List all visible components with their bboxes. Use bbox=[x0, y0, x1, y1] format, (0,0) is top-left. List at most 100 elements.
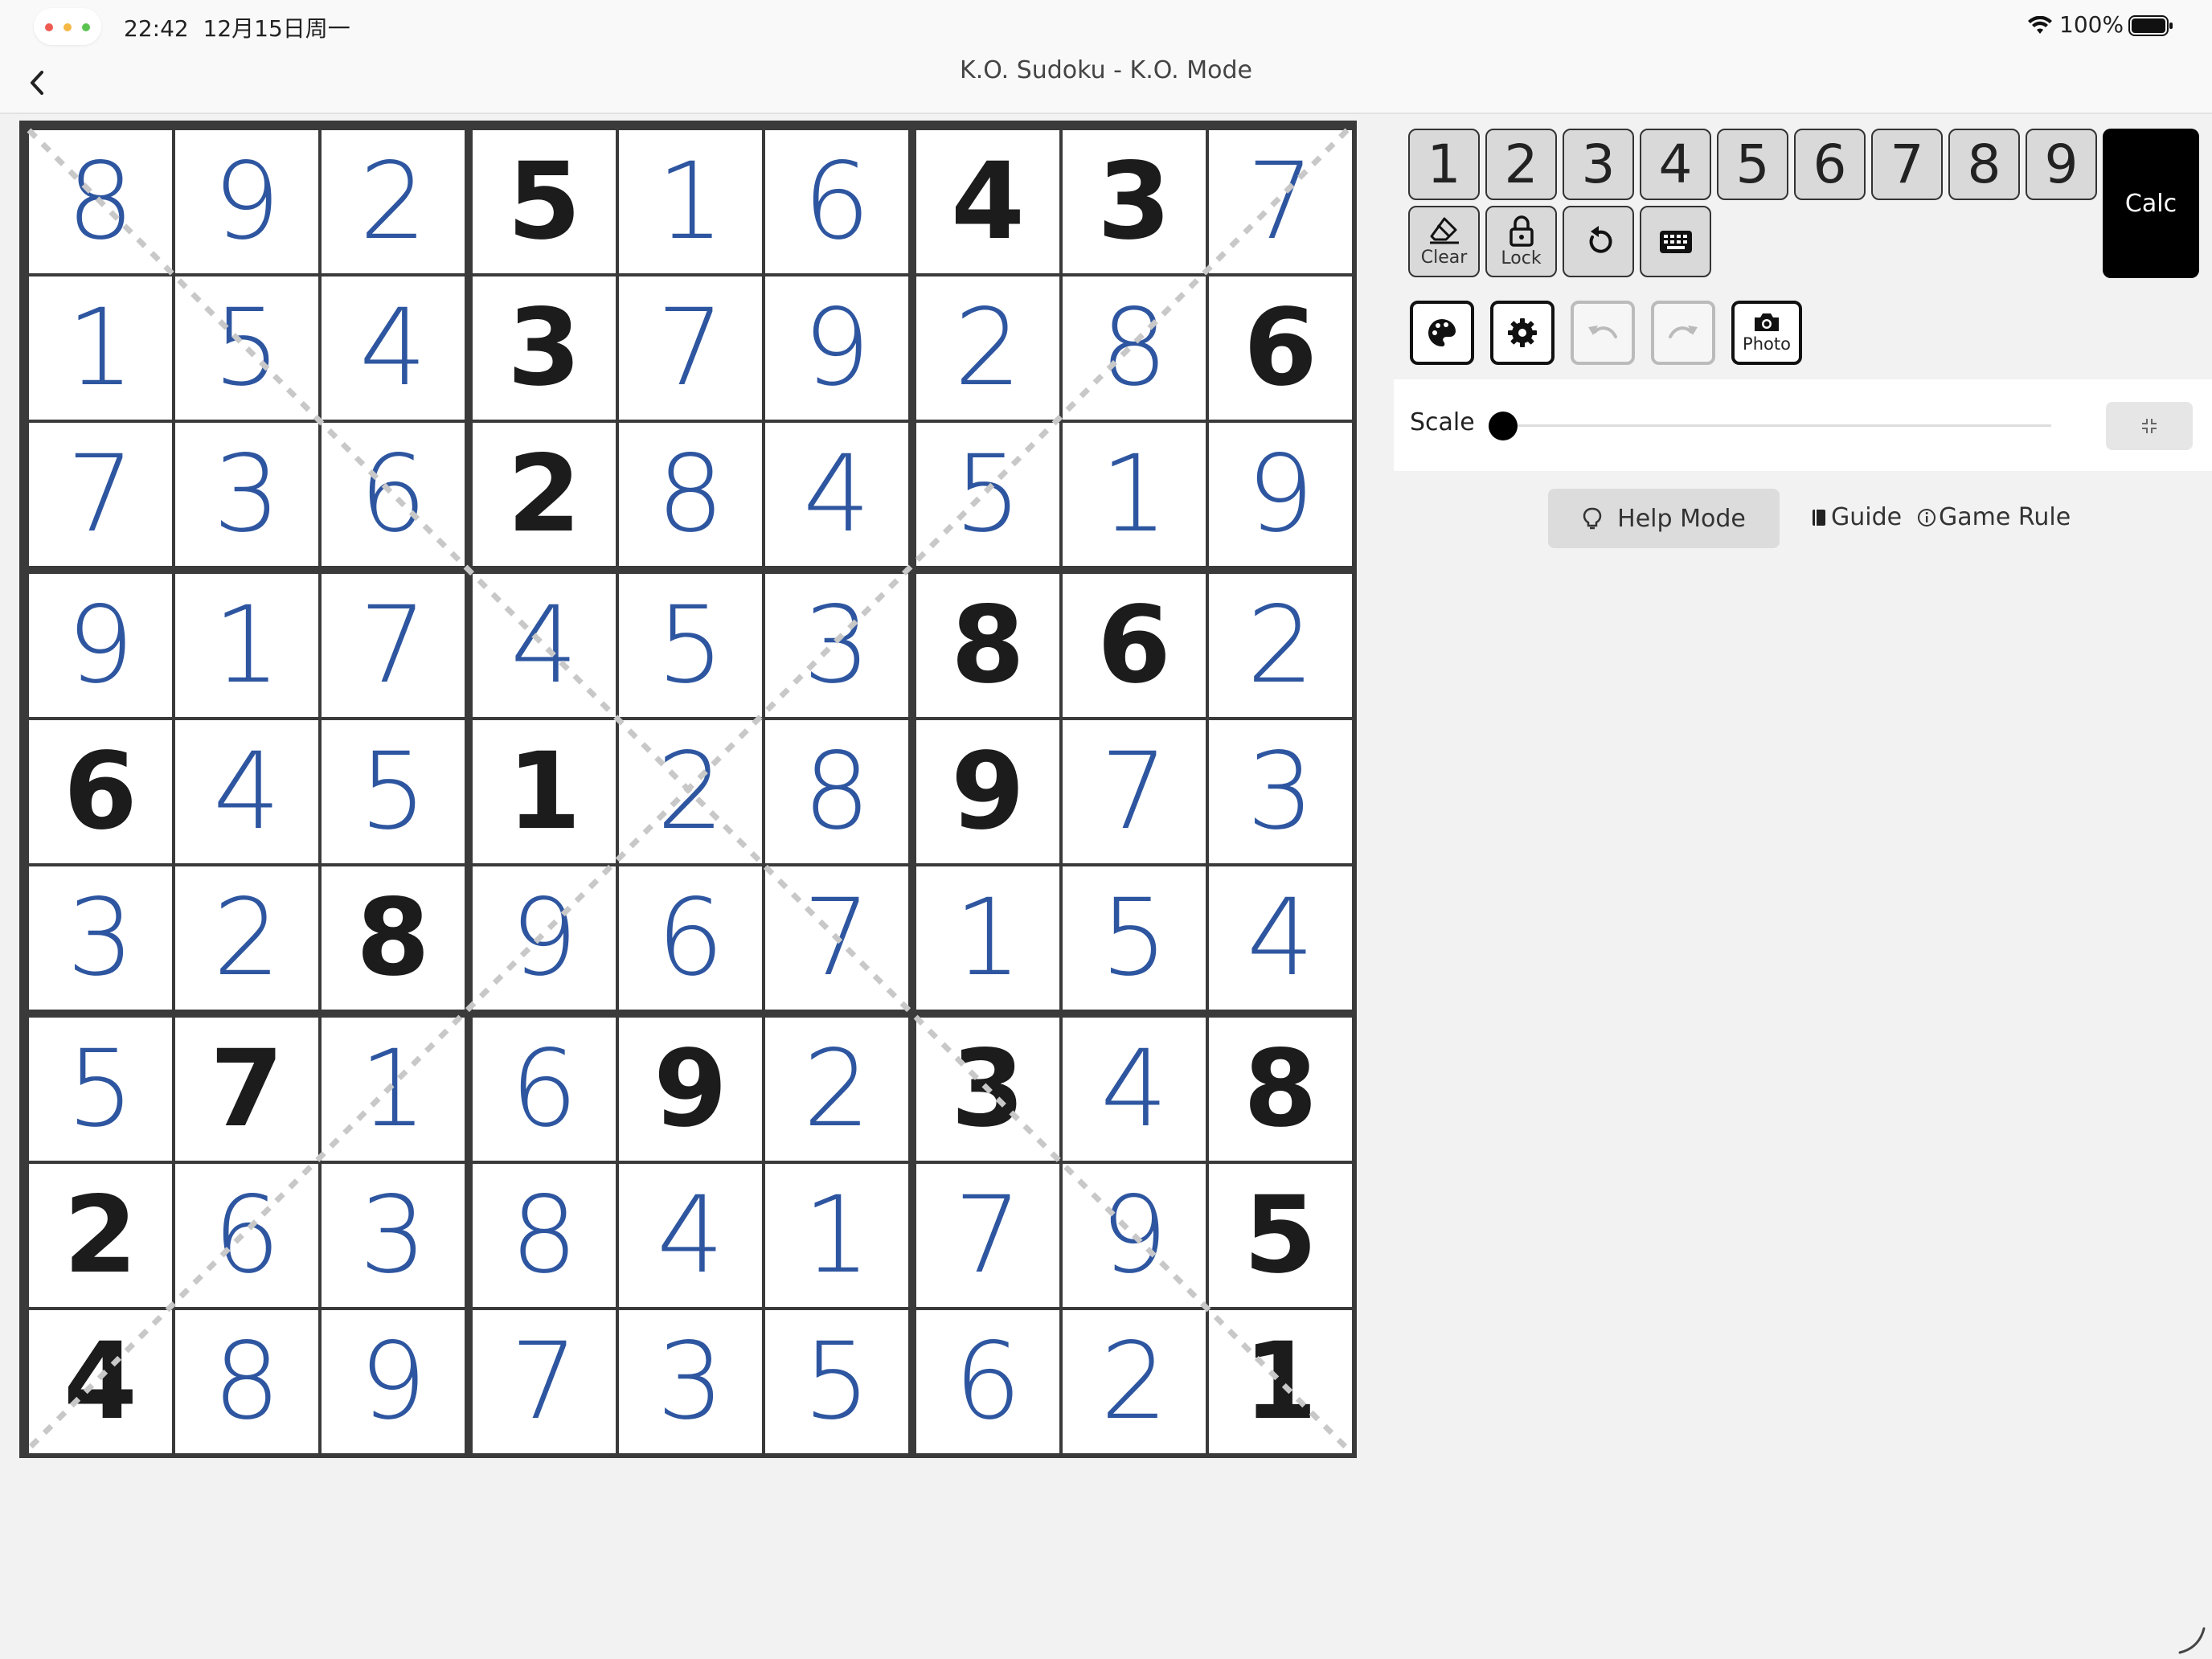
keyboard-button[interactable] bbox=[1640, 206, 1711, 277]
sudoku-cell[interactable]: 5 bbox=[29, 1018, 172, 1161]
sudoku-cell[interactable]: 2 bbox=[1209, 574, 1352, 717]
close-dot-icon[interactable] bbox=[45, 23, 53, 31]
sudoku-cell[interactable]: 5 bbox=[175, 276, 318, 420]
sudoku-cell[interactable]: 8 bbox=[1209, 1018, 1352, 1161]
sudoku-cell[interactable]: 5 bbox=[619, 574, 762, 717]
sudoku-cell[interactable]: 7 bbox=[175, 1018, 318, 1161]
sudoku-cell[interactable]: 2 bbox=[322, 130, 465, 273]
sudoku-cell[interactable]: 2 bbox=[175, 866, 318, 1010]
sudoku-cell[interactable]: 2 bbox=[473, 423, 616, 566]
sudoku-cell[interactable]: 5 bbox=[765, 1310, 908, 1453]
reset-button[interactable] bbox=[1563, 206, 1634, 277]
sudoku-cell[interactable]: 6 bbox=[29, 720, 172, 863]
guide-link[interactable]: Guide bbox=[1810, 503, 1902, 531]
palette-button[interactable] bbox=[1410, 301, 1474, 365]
scale-slider-thumb[interactable] bbox=[1489, 412, 1518, 440]
sudoku-cell[interactable]: 5 bbox=[916, 423, 1059, 566]
settings-button[interactable] bbox=[1490, 301, 1555, 365]
number-key-1[interactable]: 1 bbox=[1408, 129, 1480, 200]
sudoku-cell[interactable]: 6 bbox=[322, 423, 465, 566]
clear-button[interactable]: Clear bbox=[1408, 206, 1480, 277]
sudoku-cell[interactable]: 7 bbox=[1063, 720, 1206, 863]
sudoku-cell[interactable]: 2 bbox=[1063, 1310, 1206, 1453]
number-key-4[interactable]: 4 bbox=[1640, 129, 1711, 200]
sudoku-cell[interactable]: 9 bbox=[619, 1018, 762, 1161]
sudoku-cell[interactable]: 9 bbox=[175, 130, 318, 273]
sudoku-cell[interactable]: 1 bbox=[29, 276, 172, 420]
sudoku-cell[interactable]: 4 bbox=[175, 720, 318, 863]
sudoku-cell[interactable]: 6 bbox=[619, 866, 762, 1010]
number-key-5[interactable]: 5 bbox=[1717, 129, 1788, 200]
sudoku-cell[interactable]: 4 bbox=[322, 276, 465, 420]
sudoku-cell[interactable]: 5 bbox=[1209, 1164, 1352, 1307]
sudoku-cell[interactable]: 9 bbox=[765, 276, 908, 420]
sudoku-cell[interactable]: 9 bbox=[473, 866, 616, 1010]
sudoku-cell[interactable]: 3 bbox=[29, 866, 172, 1010]
sudoku-cell[interactable]: 9 bbox=[1209, 423, 1352, 566]
sudoku-cell[interactable]: 4 bbox=[1209, 866, 1352, 1010]
sudoku-cell[interactable]: 3 bbox=[473, 276, 616, 420]
sudoku-cell[interactable]: 9 bbox=[1063, 1164, 1206, 1307]
sudoku-cell[interactable]: 5 bbox=[473, 130, 616, 273]
sudoku-cell[interactable]: 1 bbox=[619, 130, 762, 273]
calc-button[interactable]: Calc bbox=[2103, 129, 2199, 278]
sudoku-cell[interactable]: 8 bbox=[619, 423, 762, 566]
sudoku-cell[interactable]: 1 bbox=[916, 866, 1059, 1010]
sudoku-cell[interactable]: 3 bbox=[916, 1018, 1059, 1161]
sudoku-cell[interactable]: 4 bbox=[619, 1164, 762, 1307]
sudoku-cell[interactable]: 7 bbox=[765, 866, 908, 1010]
sudoku-cell[interactable]: 1 bbox=[1209, 1310, 1352, 1453]
redo-button[interactable] bbox=[1651, 301, 1715, 365]
sudoku-cell[interactable]: 4 bbox=[1063, 1018, 1206, 1161]
resize-grip-icon[interactable] bbox=[2164, 1611, 2212, 1659]
sudoku-cell[interactable]: 8 bbox=[473, 1164, 616, 1307]
number-key-8[interactable]: 8 bbox=[1948, 129, 2020, 200]
sudoku-cell[interactable]: 6 bbox=[473, 1018, 616, 1161]
sudoku-cell[interactable]: 7 bbox=[322, 574, 465, 717]
sudoku-cell[interactable]: 4 bbox=[473, 574, 616, 717]
sudoku-cell[interactable]: 3 bbox=[1209, 720, 1352, 863]
sudoku-cell[interactable]: 4 bbox=[29, 1310, 172, 1453]
sudoku-cell[interactable]: 7 bbox=[619, 276, 762, 420]
zoom-dot-icon[interactable] bbox=[82, 23, 90, 31]
lock-button[interactable]: Lock bbox=[1485, 206, 1557, 277]
sudoku-cell[interactable]: 4 bbox=[916, 130, 1059, 273]
sudoku-cell[interactable]: 6 bbox=[175, 1164, 318, 1307]
number-key-7[interactable]: 7 bbox=[1871, 129, 1943, 200]
sudoku-cell[interactable]: 3 bbox=[175, 423, 318, 566]
sudoku-cell[interactable]: 9 bbox=[916, 720, 1059, 863]
sudoku-cell[interactable]: 6 bbox=[1063, 574, 1206, 717]
sudoku-cell[interactable]: 3 bbox=[322, 1164, 465, 1307]
sudoku-cell[interactable]: 8 bbox=[322, 866, 465, 1010]
sudoku-cell[interactable]: 6 bbox=[765, 130, 908, 273]
sudoku-cell[interactable]: 3 bbox=[619, 1310, 762, 1453]
sudoku-cell[interactable]: 4 bbox=[765, 423, 908, 566]
number-key-2[interactable]: 2 bbox=[1485, 129, 1557, 200]
sudoku-cell[interactable]: 7 bbox=[1209, 130, 1352, 273]
game-rule-link[interactable]: Game Rule bbox=[1916, 503, 2071, 531]
sudoku-cell[interactable]: 9 bbox=[322, 1310, 465, 1453]
sudoku-cell[interactable]: 8 bbox=[916, 574, 1059, 717]
sudoku-cell[interactable]: 3 bbox=[1063, 130, 1206, 273]
window-controls[interactable] bbox=[34, 8, 101, 45]
number-key-6[interactable]: 6 bbox=[1794, 129, 1866, 200]
sudoku-cell[interactable]: 1 bbox=[473, 720, 616, 863]
sudoku-cell[interactable]: 2 bbox=[916, 276, 1059, 420]
photo-button[interactable]: Photo bbox=[1731, 301, 1802, 365]
sudoku-cell[interactable]: 8 bbox=[175, 1310, 318, 1453]
sudoku-cell[interactable]: 2 bbox=[765, 1018, 908, 1161]
sudoku-cell[interactable]: 7 bbox=[916, 1164, 1059, 1307]
sudoku-cell[interactable]: 9 bbox=[29, 574, 172, 717]
help-mode-button[interactable]: Help Mode bbox=[1548, 489, 1780, 548]
number-key-3[interactable]: 3 bbox=[1563, 129, 1634, 200]
sudoku-cell[interactable]: 1 bbox=[322, 1018, 465, 1161]
undo-button[interactable] bbox=[1571, 301, 1635, 365]
sudoku-cell[interactable]: 7 bbox=[29, 423, 172, 566]
sudoku-cell[interactable]: 8 bbox=[765, 720, 908, 863]
sudoku-cell[interactable]: 3 bbox=[765, 574, 908, 717]
minimize-dot-icon[interactable] bbox=[63, 23, 72, 31]
scale-slider-track[interactable] bbox=[1493, 424, 2051, 427]
sudoku-cell[interactable]: 5 bbox=[1063, 866, 1206, 1010]
sudoku-cell[interactable]: 2 bbox=[29, 1164, 172, 1307]
sudoku-cell[interactable]: 6 bbox=[1209, 276, 1352, 420]
